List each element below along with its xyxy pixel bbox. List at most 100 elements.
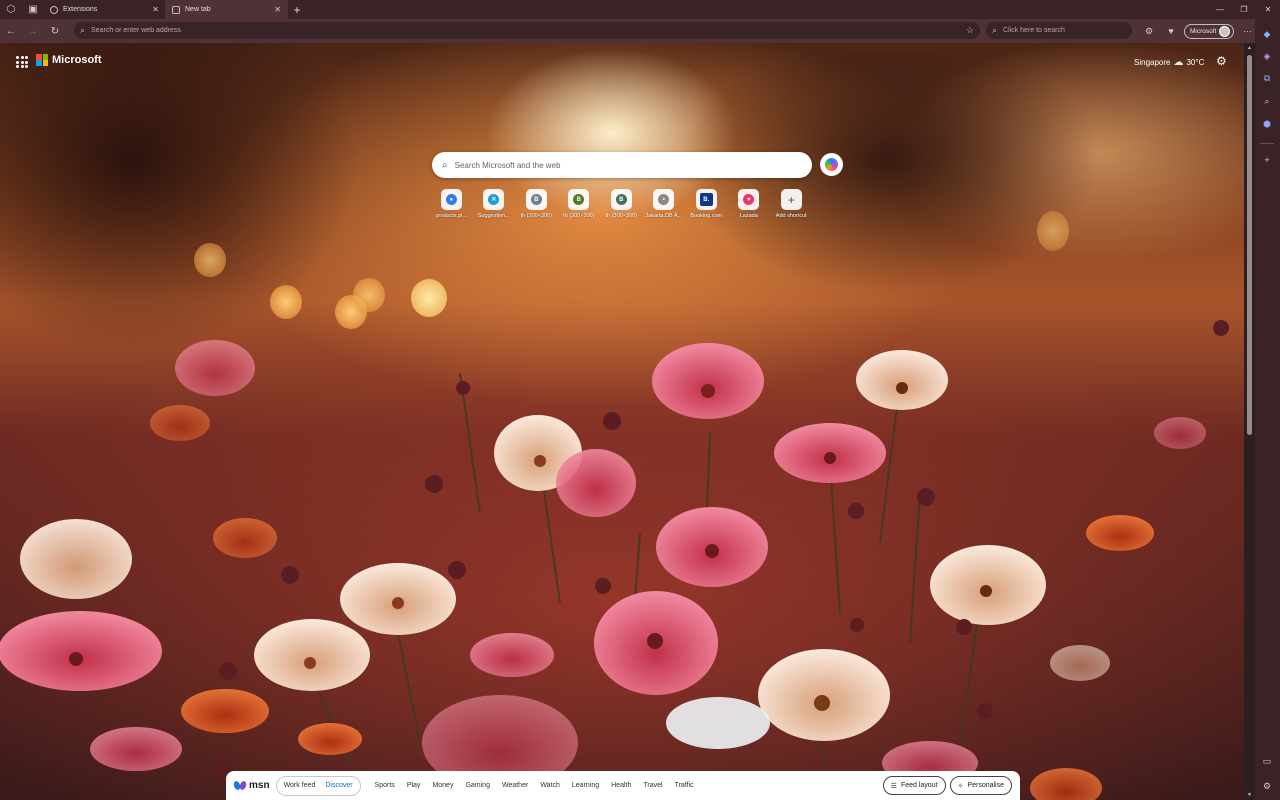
browser-essentials-icon[interactable]: ♥ [1162, 22, 1180, 40]
hide-sidebar-icon[interactable]: ▭ [1260, 754, 1274, 768]
extensions-icon[interactable]: ⚙ [1140, 22, 1158, 40]
quick-link[interactable]: • Jakarta.DB A... [643, 189, 686, 219]
close-icon[interactable]: ✕ [274, 5, 281, 14]
page-scrollbar[interactable]: ▲ ▼ [1244, 43, 1255, 800]
quick-link-tile: • [653, 189, 675, 210]
quick-link-label: Booking.com [690, 213, 723, 219]
copilot-icon [825, 158, 838, 171]
site-favicon-icon: • [658, 194, 670, 205]
tools-icon[interactable]: ⬢ [1260, 117, 1274, 131]
tab-extensions[interactable]: Extensions ✕ [44, 0, 166, 19]
refresh-button[interactable]: ↻ [44, 19, 66, 43]
address-bar[interactable]: ⌕ Search or enter web address ☆ [74, 22, 980, 39]
nav-traffic[interactable]: Traffic [669, 782, 700, 789]
quick-link-label: Jakarta.DB A... [645, 213, 683, 219]
more-options-icon[interactable]: ⋯ [1238, 22, 1256, 40]
quick-link-tile: ♥ [738, 189, 760, 210]
new-tab-page: Microsoft Singapore ☁ 30°C ⚙ ⌕ Search Mi… [0, 43, 1244, 800]
booking-icon: B. [699, 193, 713, 206]
quick-link[interactable]: ✕ Suggestion... [473, 189, 516, 219]
apps-launcher-icon[interactable] [16, 56, 28, 68]
msn-feed-bar: msn Work feed Discover Sports Play Money… [226, 771, 1020, 800]
quick-link-tile: B. [695, 189, 717, 210]
quick-link[interactable]: B. Booking.com [685, 189, 728, 219]
add-shortcut-button[interactable]: + Add shortcut [770, 189, 813, 219]
quick-links: ● products.pl... ✕ Suggestion... B th (3… [430, 189, 813, 219]
quick-link-tile: B [525, 189, 547, 210]
nav-watch[interactable]: Watch [534, 782, 566, 789]
brand-name: Microsoft [52, 54, 102, 66]
quick-link[interactable]: B th (300×300) [600, 189, 643, 219]
translate-icon[interactable]: ⧉ [1260, 71, 1274, 85]
search-icon[interactable]: ⌕ [1260, 94, 1274, 108]
search-placeholder: Search Microsoft and the web [454, 160, 561, 170]
new-tab-button[interactable]: + [288, 0, 306, 19]
sidebar-settings-icon[interactable]: ⚙ [1260, 779, 1274, 793]
web-search-input[interactable]: ⌕ Search Microsoft and the web [432, 152, 812, 178]
tab-work-feed[interactable]: Work feed [279, 782, 321, 789]
tab-label: New tab [185, 6, 211, 13]
avatar [1219, 25, 1231, 37]
workspaces-icon[interactable]: ⬡ [0, 0, 22, 19]
edge-sidebar: ◆ ◈ ⧉ ⌕ ⬢ + ▭ ⚙ [1255, 19, 1280, 800]
weather-widget[interactable]: Singapore ☁ 30°C [1134, 57, 1204, 68]
quick-link-label: th (300×300) [520, 213, 552, 219]
page-settings-icon[interactable]: ⚙ [1216, 54, 1230, 68]
gear-icon [50, 5, 58, 14]
microsoft-logo[interactable]: Microsoft [36, 54, 102, 66]
restore-icon[interactable]: ❐ [1232, 0, 1256, 19]
nav-money[interactable]: Money [426, 782, 459, 789]
scroll-up-icon[interactable]: ▲ [1246, 45, 1253, 51]
quick-link-label: products.pl... [435, 213, 468, 219]
nav-play[interactable]: Play [401, 782, 427, 789]
quick-link[interactable]: B th (300×300) [558, 189, 601, 219]
back-button[interactable]: ← [0, 19, 22, 43]
weather-temperature: 30°C [1186, 58, 1205, 67]
personalise-label: Personalise [967, 782, 1004, 789]
quick-link[interactable]: ● products.pl... [430, 189, 473, 219]
quick-link-label: Add shortcut [775, 213, 807, 219]
feed-layout-button[interactable]: ☰ Feed layout [882, 776, 946, 795]
nav-gaming[interactable]: Gaming [459, 782, 496, 789]
toolbar-search-box[interactable]: ⌕ Click here to search [986, 22, 1132, 39]
nav-sports[interactable]: Sports [369, 782, 401, 789]
forward-button[interactable]: → [22, 19, 44, 43]
profile-button[interactable]: Microsoft [1184, 23, 1235, 39]
msn-logo[interactable]: msn [232, 780, 270, 791]
nav-health[interactable]: Health [605, 782, 637, 789]
add-icon[interactable]: + [1260, 153, 1274, 167]
quick-link-tile: ● [440, 189, 462, 210]
quick-link-label: Suggestion... [477, 213, 510, 219]
personalise-button[interactable]: ✧ Personalise [949, 776, 1012, 795]
msn-butterfly-icon [232, 780, 248, 791]
tab-new-tab[interactable]: New tab ✕ [166, 0, 288, 19]
scrollbar-thumb[interactable] [1247, 55, 1252, 435]
tab-strip: ⬡ ▣ Extensions ✕ New tab ✕ + — ❐ ✕ [0, 0, 1280, 19]
scroll-down-icon[interactable]: ▼ [1246, 792, 1253, 798]
flower-cluster [0, 340, 1206, 800]
minimize-icon[interactable]: — [1208, 0, 1232, 19]
copilot-icon[interactable]: ◆ [1260, 27, 1274, 41]
feed-toggle: Work feed Discover [275, 775, 361, 796]
nav-weather[interactable]: Weather [496, 782, 534, 789]
plus-icon: + [787, 192, 795, 207]
nav-travel[interactable]: Travel [637, 782, 668, 789]
copilot-button[interactable] [820, 153, 843, 176]
microsoft-logo-icon [36, 54, 48, 66]
close-window-icon[interactable]: ✕ [1256, 0, 1280, 19]
close-icon[interactable]: ✕ [152, 5, 159, 14]
tab-actions-icon[interactable]: ▣ [22, 0, 44, 19]
quick-link[interactable]: ♥ Lazada [728, 189, 771, 219]
quick-link-label: Lazada [739, 213, 758, 219]
search-icon: ⌕ [992, 25, 998, 35]
favorite-star-icon[interactable]: ☆ [966, 25, 974, 36]
site-favicon-icon: B [573, 194, 585, 205]
page-icon [172, 5, 180, 14]
discover-icon[interactable]: ◈ [1260, 49, 1274, 63]
quick-link[interactable]: B th (300×300) [515, 189, 558, 219]
tab-label: Extensions [63, 6, 98, 13]
nav-learning[interactable]: Learning [566, 782, 605, 789]
sliders-icon: ☰ [890, 782, 897, 790]
tab-discover[interactable]: Discover [320, 782, 357, 789]
profile-label: Microsoft [1190, 27, 1217, 35]
